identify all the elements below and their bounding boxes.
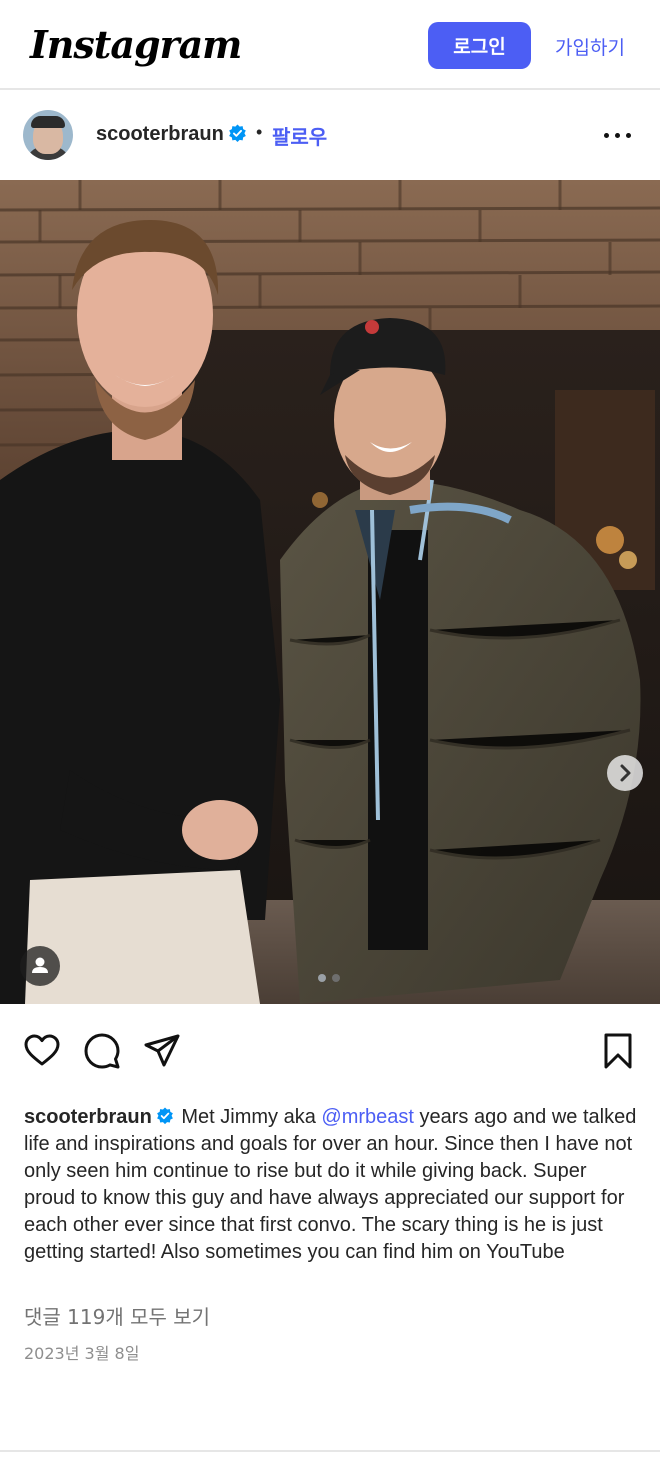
carousel-dots bbox=[318, 974, 344, 982]
caption-text: years ago and we talked life and inspira… bbox=[24, 1106, 637, 1263]
post-caption: scooterbraun Met Jimmy aka @mrbeast year… bbox=[24, 1104, 638, 1266]
instagram-logo[interactable]: Instagram bbox=[30, 22, 242, 67]
post-image bbox=[0, 180, 660, 1004]
caption-username[interactable]: scooterbraun bbox=[24, 1106, 152, 1128]
verified-badge-icon bbox=[156, 1107, 173, 1125]
bookmark-icon[interactable] bbox=[599, 1032, 637, 1070]
heart-icon[interactable] bbox=[23, 1032, 61, 1070]
chevron-right-icon[interactable] bbox=[607, 755, 643, 791]
divider bbox=[0, 1450, 660, 1452]
mention-link[interactable]: @mrbeast bbox=[321, 1106, 414, 1128]
signup-link[interactable]: 가입하기 bbox=[555, 33, 625, 60]
send-icon[interactable] bbox=[143, 1032, 181, 1070]
post-date: 2023년 3월 8일 bbox=[24, 1344, 140, 1363]
caption-text: Met Jimmy aka bbox=[175, 1106, 322, 1128]
separator-dot: • bbox=[256, 122, 263, 142]
more-horizontal-icon[interactable] bbox=[600, 120, 636, 150]
user-tag-icon[interactable] bbox=[20, 946, 60, 986]
carousel-dot-active bbox=[318, 974, 326, 982]
comment-icon[interactable] bbox=[83, 1032, 121, 1070]
login-button[interactable]: 로그인 bbox=[428, 22, 531, 69]
view-all-comments-link[interactable]: 댓글 119개 모두 보기 bbox=[24, 1301, 210, 1330]
verified-badge-icon bbox=[229, 124, 246, 143]
post-username[interactable]: scooterbraun bbox=[96, 123, 224, 146]
post-actions bbox=[0, 1004, 660, 1096]
top-bar: Instagram 로그인 가입하기 bbox=[0, 0, 660, 90]
avatar[interactable] bbox=[23, 110, 73, 160]
follow-button[interactable]: 팔로우 bbox=[272, 121, 327, 150]
post-photo[interactable] bbox=[0, 180, 660, 1004]
post-header: scooterbraun • 팔로우 bbox=[0, 92, 660, 180]
carousel-dot bbox=[332, 974, 340, 982]
